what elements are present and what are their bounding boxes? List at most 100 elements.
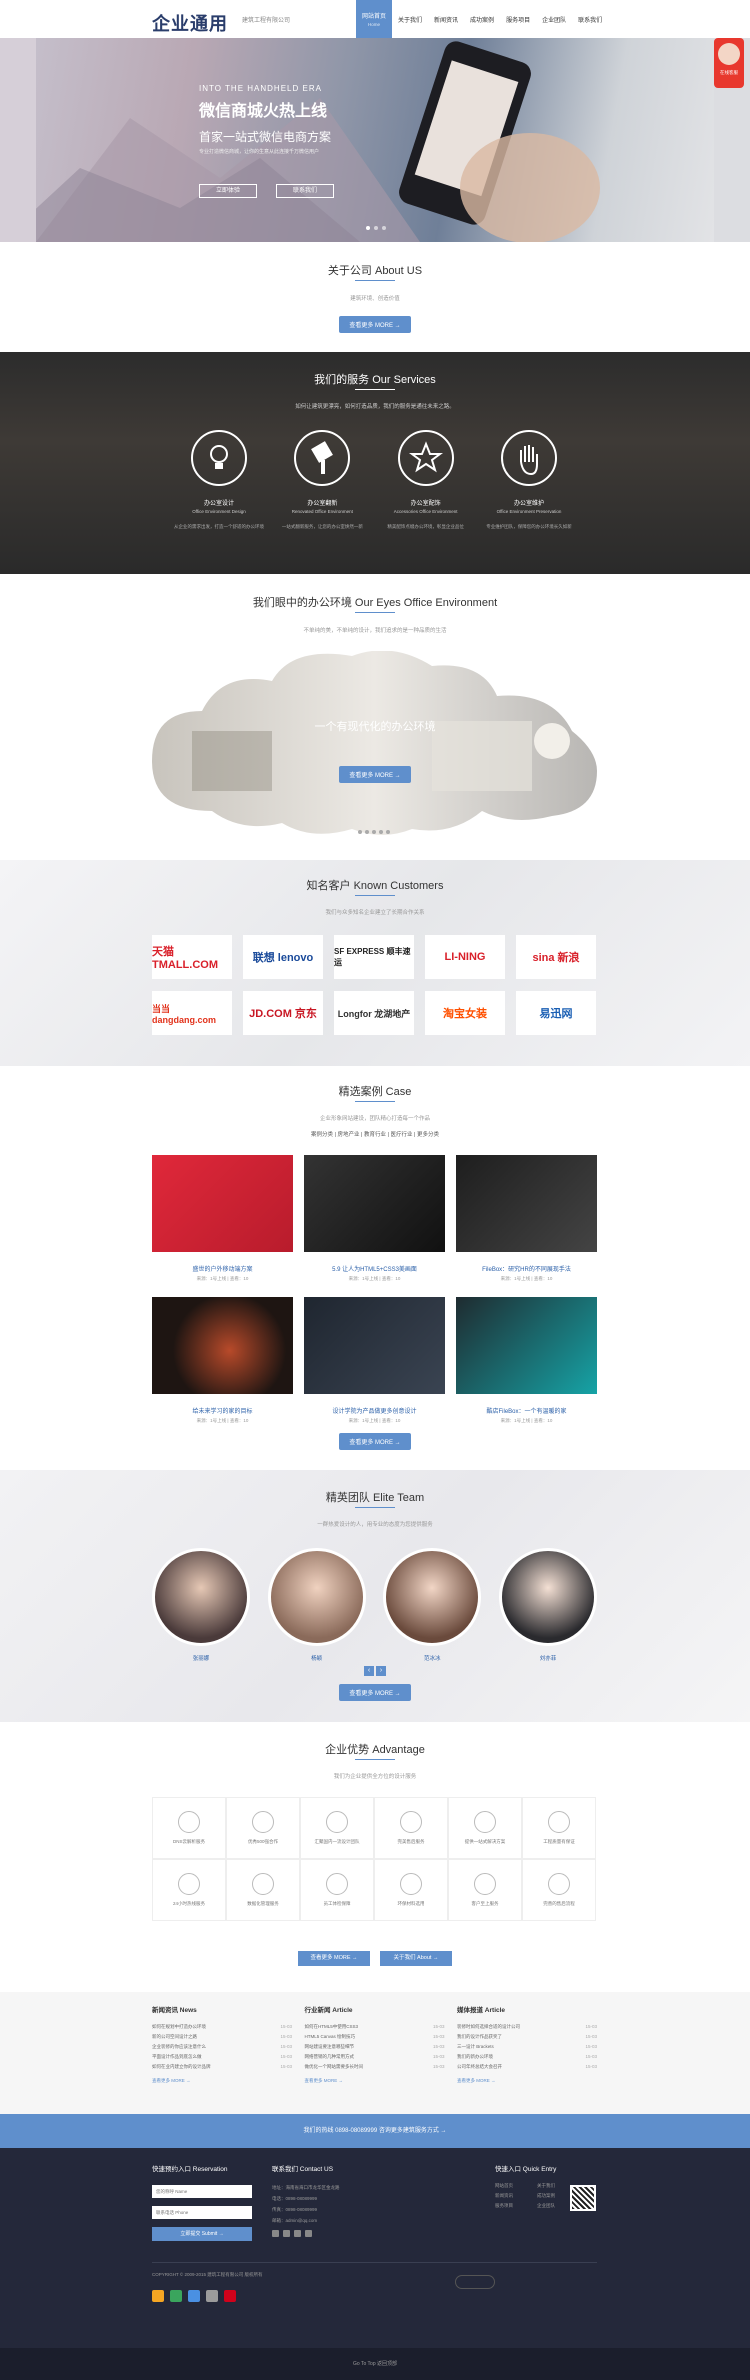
adv-item[interactable]: 汇聚国内一流设计团队 [300, 1797, 374, 1859]
env-dot[interactable] [386, 830, 390, 834]
env-dot[interactable] [372, 830, 376, 834]
qq-icon[interactable] [294, 2230, 301, 2237]
banner-dot[interactable] [374, 226, 378, 230]
case-title[interactable]: 盛世的户外移动端方案 [152, 1264, 293, 1273]
wechat-icon[interactable] [283, 2230, 290, 2237]
case-title[interactable]: 设计学院为产品做更多创意设计 [304, 1406, 445, 1415]
news-item[interactable]: 做优化一个网站需要多长时间 15-03 [305, 2064, 445, 2070]
team-next-arrow[interactable]: › [376, 1666, 386, 1676]
customer-logo[interactable]: SF EXPRESS 顺丰速运 [334, 935, 414, 979]
news-more-link[interactable]: 查看更多 MORE → [305, 2078, 445, 2084]
submit-button[interactable]: 立即提交 Submit → [152, 2227, 252, 2241]
case-card[interactable]: FileBox：研究HR的不同展现手法 来源：1号上线 | 查看：10 [456, 1155, 597, 1297]
team-prev-arrow[interactable]: ‹ [364, 1666, 374, 1676]
env-more-button[interactable]: 查看更多 MORE → [339, 766, 411, 783]
banner-dot[interactable] [382, 226, 386, 230]
news-item[interactable]: HTML5 Canvas 绘制技巧 15-03 [305, 2034, 445, 2040]
news-item[interactable]: 装修时如何选择合适的设计公司 15-03 [457, 2024, 597, 2030]
customer-logo[interactable]: JD.COM 京东 [243, 991, 323, 1035]
adv-item[interactable]: 完善的售后流程 [522, 1859, 596, 1921]
service-card[interactable]: 办公室翻新 Renovated Office Environment 一站式翻新… [277, 430, 367, 530]
adv-item[interactable]: 客户至上服务 [448, 1859, 522, 1921]
hotline-strip[interactable]: 我们的热线 0898-08089999 咨询更多建筑服务方式 → [0, 2114, 750, 2148]
badge-icon[interactable] [224, 2290, 236, 2302]
share-icon[interactable] [305, 2230, 312, 2237]
customer-logo[interactable]: 易迅网 [516, 991, 596, 1035]
team-member[interactable]: 刘亦菲 [498, 1548, 597, 1662]
case-title[interactable]: 酷店FileBox：一个有温暖的家 [456, 1406, 597, 1415]
news-item[interactable]: 我们的新办公环境 15-03 [457, 2054, 597, 2060]
news-item[interactable]: 如何在业内建立你的设计品牌 15-03 [152, 2064, 292, 2070]
adv-about-button[interactable]: 关于我们 About → [380, 1951, 452, 1966]
badge-icon[interactable] [206, 2290, 218, 2302]
adv-item[interactable]: 工程质量有保证 [522, 1797, 596, 1859]
quick-link[interactable]: 网站首页 [495, 2183, 535, 2189]
adv-item[interactable]: 环保材料选用 [374, 1859, 448, 1921]
case-card[interactable]: 设计学院为产品做更多创意设计 来源：1号上线 | 查看：10 [304, 1297, 445, 1424]
case-card[interactable]: 给未来学习的家的目标 来源：1号上线 | 查看：10 [152, 1297, 293, 1424]
nav-item-services[interactable]: 服务项目 [500, 0, 536, 38]
case-card[interactable]: 5.9 让人为HTML5+CSS3美画面 来源：1号上线 | 查看：10 [304, 1155, 445, 1297]
banner-dot[interactable] [366, 226, 370, 230]
news-item[interactable]: 如何在规划中打造办公环境 15-03 [152, 2024, 292, 2030]
news-item[interactable]: 我们的设计作品获奖了 15-03 [457, 2034, 597, 2040]
team-member[interactable]: 杨颖 [267, 1548, 366, 1662]
customer-logo[interactable]: 联想 lenovo [243, 935, 323, 979]
quick-link[interactable]: 新闻资讯 [495, 2193, 535, 2199]
nav-item-home[interactable]: 网站首页 Home [356, 0, 393, 38]
badge-icon[interactable] [152, 2290, 164, 2302]
case-card[interactable]: 盛世的户外移动端方案 来源：1号上线 | 查看：10 [152, 1155, 293, 1297]
customer-logo[interactable]: 当当 dangdang.com [152, 991, 232, 1035]
news-item[interactable]: 网络营销的几种常用方式 15-03 [305, 2054, 445, 2060]
quick-link[interactable]: 服务项目 [495, 2203, 535, 2209]
about-more-button[interactable]: 查看更多 MORE → [339, 316, 411, 333]
cases-filters[interactable]: 案例分类 | 房地产业 | 教育行业 | 医疗行业 | 更多分类 [0, 1130, 750, 1138]
team-member[interactable]: 范冰冰 [383, 1548, 482, 1662]
adv-item[interactable]: 完美售后服务 [374, 1797, 448, 1859]
customer-logo[interactable]: 天猫 TMALL.COM [152, 935, 232, 979]
env-dot[interactable] [379, 830, 383, 834]
customer-logo[interactable]: LI-NING [425, 935, 505, 979]
env-dot[interactable] [358, 830, 362, 834]
news-item[interactable]: 如何在HTML5中使用CSS3 15-03 [305, 2024, 445, 2030]
adv-item[interactable]: 数据化管理服务 [226, 1859, 300, 1921]
go-to-top[interactable]: Go To Top 返回顶部 [0, 2348, 750, 2380]
nav-item-about[interactable]: 关于我们 [392, 0, 428, 38]
adv-item[interactable]: 优秀500强合作 [226, 1797, 300, 1859]
nav-item-contact[interactable]: 联系我们 [572, 0, 608, 38]
cases-more-button[interactable]: 查看更多 MORE → [339, 1433, 411, 1450]
phone-field[interactable] [152, 2206, 252, 2219]
env-dot[interactable] [365, 830, 369, 834]
news-item[interactable]: 公司年终总结大会召开 15-03 [457, 2064, 597, 2070]
customer-logo[interactable]: Longfor 龙湖地产 [334, 991, 414, 1035]
team-more-button[interactable]: 查看更多 MORE → [339, 1684, 411, 1701]
news-item[interactable]: 新的公司空间设计之路 15-03 [152, 2034, 292, 2040]
service-card[interactable]: 办公室配饰 Accessories Office Environment 精美配… [381, 430, 471, 530]
customer-logo[interactable]: 淘宝女装 [425, 991, 505, 1035]
weibo-icon[interactable] [272, 2230, 279, 2237]
adv-more-button[interactable]: 查看更多 MORE → [298, 1951, 370, 1966]
customer-logo[interactable]: sina 新浪 [516, 935, 596, 979]
case-card[interactable]: 酷店FileBox：一个有温暖的家 来源：1号上线 | 查看：10 [456, 1297, 597, 1424]
adv-item[interactable]: 提供一站式解决方案 [448, 1797, 522, 1859]
badge-icon[interactable] [170, 2290, 182, 2302]
name-field[interactable] [152, 2185, 252, 2198]
news-item[interactable]: 企业装修的你应该注意什么 15-03 [152, 2044, 292, 2050]
news-item[interactable]: 平面设计作品到底怎么做 15-03 [152, 2054, 292, 2060]
service-card[interactable]: 办公室设计 Office Environment Design 从企业的需求出发… [174, 430, 264, 530]
nav-item-cases[interactable]: 成功案例 [464, 0, 500, 38]
badge-icon[interactable] [188, 2290, 200, 2302]
news-more-link[interactable]: 查看更多 MORE → [457, 2078, 597, 2084]
logo[interactable]: 企业通用 [152, 10, 228, 36]
news-item[interactable]: 网站建设要注意哪些细节 15-03 [305, 2044, 445, 2050]
nav-item-news[interactable]: 新闻资讯 [428, 0, 464, 38]
news-more-link[interactable]: 查看更多 MORE → [152, 2078, 292, 2084]
service-card[interactable]: 办公室维护 Office Environment Preservation 专业… [484, 430, 574, 530]
adv-item[interactable]: DNS云解析服务 [152, 1797, 226, 1859]
team-member[interactable]: 张丽娜 [152, 1548, 250, 1662]
case-title[interactable]: FileBox：研究HR的不同展现手法 [456, 1264, 597, 1273]
online-chat-widget[interactable]: 在线客服 [714, 38, 744, 88]
banner-try-button[interactable]: 立即体验 [199, 184, 257, 198]
case-title[interactable]: 5.9 让人为HTML5+CSS3美画面 [304, 1264, 445, 1273]
adv-item[interactable]: 员工体检保障 [300, 1859, 374, 1921]
